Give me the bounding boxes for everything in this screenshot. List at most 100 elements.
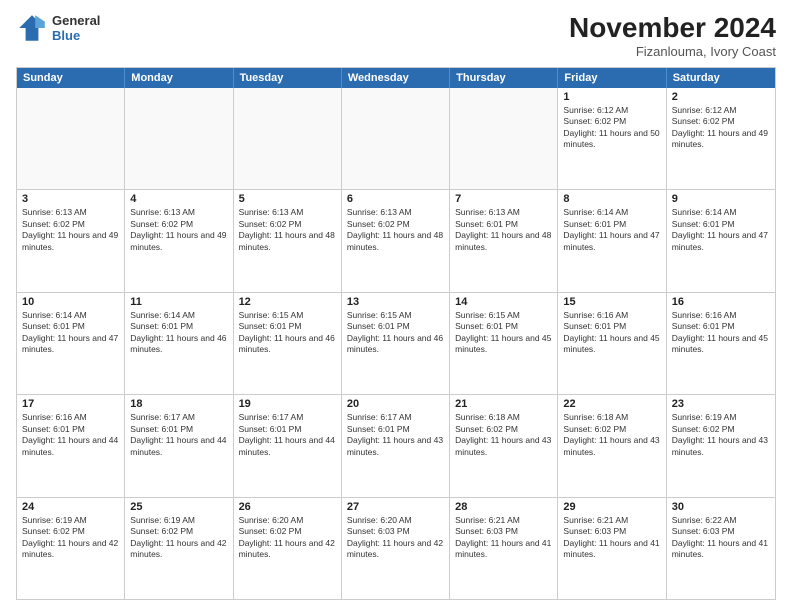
header-day-sunday: Sunday [17, 68, 125, 88]
day-cell-28: 28 Sunrise: 6:21 AMSunset: 6:03 PMDayligh… [450, 498, 558, 599]
cell-info: Sunrise: 6:17 AMSunset: 6:01 PMDaylight:… [130, 412, 227, 458]
day-cell-16: 16Sunrise: 6:16 AMSunset: 6:01 PMDayligh… [667, 293, 775, 394]
cell-info: Sunrise: 6:12 AMSunset: 6:02 PMDaylight:… [672, 105, 770, 151]
header-day-tuesday: Tuesday [234, 68, 342, 88]
cell-info: Sunrise: 6:13 AMSunset: 6:02 PMDaylight:… [239, 207, 336, 253]
day-cell-30: 30 Sunrise: 6:22 AMSunset: 6:03 PMDayligh… [667, 498, 775, 599]
title-area: November 2024 Fizanlouma, Ivory Coast [569, 12, 776, 59]
day-cell-8: 8Sunrise: 6:14 AMSunset: 6:01 PMDaylight… [558, 190, 666, 291]
cell-info: Sunrise: 6:15 AMSunset: 6:01 PMDaylight:… [455, 310, 552, 356]
day-cell-18: 18 Sunrise: 6:17 AMSunset: 6:01 PMDayligh… [125, 395, 233, 496]
empty-cell [450, 88, 558, 189]
day-number: 5 [239, 193, 336, 205]
calendar: SundayMondayTuesdayWednesdayThursdayFrid… [16, 67, 776, 600]
cell-info: Sunrise: 6:19 AMSunset: 6:02 PMDaylight:… [672, 412, 770, 458]
cell-info: Sunrise: 6:17 AMSunset: 6:01 PMDaylight:… [239, 412, 336, 458]
day-number: 22 [563, 398, 660, 410]
cell-info: Sunrise: 6:16 AMSunset: 6:01 PMDaylight:… [563, 310, 660, 356]
day-number: 26 [239, 501, 336, 513]
cell-info: Sunrise: 6:20 AMSunset: 6:03 PMDaylight:… [347, 515, 444, 561]
empty-cell [342, 88, 450, 189]
day-cell-19: 19 Sunrise: 6:17 AMSunset: 6:01 PMDayligh… [234, 395, 342, 496]
calendar-header: SundayMondayTuesdayWednesdayThursdayFrid… [17, 68, 775, 88]
day-cell-27: 27 Sunrise: 6:20 AMSunset: 6:03 PMDayligh… [342, 498, 450, 599]
cell-info: Sunrise: 6:13 AMSunset: 6:01 PMDaylight:… [455, 207, 552, 253]
day-cell-13: 13Sunrise: 6:15 AMSunset: 6:01 PMDayligh… [342, 293, 450, 394]
day-number: 17 [22, 398, 119, 410]
day-cell-22: 22Sunrise: 6:18 AMSunset: 6:02 PMDayligh… [558, 395, 666, 496]
day-cell-23: 23Sunrise: 6:19 AMSunset: 6:02 PMDayligh… [667, 395, 775, 496]
day-cell-12: 12Sunrise: 6:15 AMSunset: 6:01 PMDayligh… [234, 293, 342, 394]
cell-info: Sunrise: 6:14 AMSunset: 6:01 PMDaylight:… [672, 207, 770, 253]
day-number: 2 [672, 91, 770, 103]
calendar-body: 1 Sunrise: 6:12 AMSunset: 6:02 PMDaylight… [17, 88, 775, 599]
location: Fizanlouma, Ivory Coast [569, 44, 776, 59]
week-row-3: 10Sunrise: 6:14 AMSunset: 6:01 PMDayligh… [17, 293, 775, 395]
week-row-5: 24 Sunrise: 6:19 AMSunset: 6:02 PMDayligh… [17, 498, 775, 599]
month-title: November 2024 [569, 12, 776, 44]
header-day-saturday: Saturday [667, 68, 775, 88]
cell-info: Sunrise: 6:15 AMSunset: 6:01 PMDaylight:… [239, 310, 336, 356]
cell-info: Sunrise: 6:12 AMSunset: 6:02 PMDaylight:… [563, 105, 660, 151]
day-number: 9 [672, 193, 770, 205]
cell-info: Sunrise: 6:13 AMSunset: 6:02 PMDaylight:… [22, 207, 119, 253]
day-number: 28 [455, 501, 552, 513]
cell-info: Sunrise: 6:19 AMSunset: 6:02 PMDaylight:… [22, 515, 119, 561]
day-cell-10: 10Sunrise: 6:14 AMSunset: 6:01 PMDayligh… [17, 293, 125, 394]
day-number: 1 [563, 91, 660, 103]
day-number: 24 [22, 501, 119, 513]
cell-info: Sunrise: 6:13 AMSunset: 6:02 PMDaylight:… [130, 207, 227, 253]
week-row-4: 17 Sunrise: 6:16 AMSunset: 6:01 PMDayligh… [17, 395, 775, 497]
day-cell-5: 5 Sunrise: 6:13 AMSunset: 6:02 PMDaylight… [234, 190, 342, 291]
header-day-wednesday: Wednesday [342, 68, 450, 88]
day-cell-1: 1 Sunrise: 6:12 AMSunset: 6:02 PMDaylight… [558, 88, 666, 189]
cell-info: Sunrise: 6:21 AMSunset: 6:03 PMDaylight:… [455, 515, 552, 561]
day-number: 3 [22, 193, 119, 205]
day-cell-3: 3 Sunrise: 6:13 AMSunset: 6:02 PMDaylight… [17, 190, 125, 291]
logo: General Blue [16, 12, 100, 44]
day-number: 15 [563, 296, 660, 308]
day-number: 30 [672, 501, 770, 513]
day-number: 29 [563, 501, 660, 513]
cell-info: Sunrise: 6:16 AMSunset: 6:01 PMDaylight:… [22, 412, 119, 458]
week-row-1: 1 Sunrise: 6:12 AMSunset: 6:02 PMDaylight… [17, 88, 775, 190]
day-cell-7: 7 Sunrise: 6:13 AMSunset: 6:01 PMDaylight… [450, 190, 558, 291]
day-number: 13 [347, 296, 444, 308]
day-cell-26: 26 Sunrise: 6:20 AMSunset: 6:02 PMDayligh… [234, 498, 342, 599]
day-number: 18 [130, 398, 227, 410]
week-row-2: 3 Sunrise: 6:13 AMSunset: 6:02 PMDaylight… [17, 190, 775, 292]
page: General Blue November 2024 Fizanlouma, I… [0, 0, 792, 612]
empty-cell [17, 88, 125, 189]
header-day-thursday: Thursday [450, 68, 558, 88]
day-number: 27 [347, 501, 444, 513]
day-number: 25 [130, 501, 227, 513]
day-cell-17: 17 Sunrise: 6:16 AMSunset: 6:01 PMDayligh… [17, 395, 125, 496]
day-cell-6: 6Sunrise: 6:13 AMSunset: 6:02 PMDaylight… [342, 190, 450, 291]
day-cell-25: 25 Sunrise: 6:19 AMSunset: 6:02 PMDayligh… [125, 498, 233, 599]
day-cell-24: 24 Sunrise: 6:19 AMSunset: 6:02 PMDayligh… [17, 498, 125, 599]
day-cell-15: 15 Sunrise: 6:16 AMSunset: 6:01 PMDayligh… [558, 293, 666, 394]
logo-text: General Blue [52, 13, 100, 43]
cell-info: Sunrise: 6:13 AMSunset: 6:02 PMDaylight:… [347, 207, 444, 253]
day-number: 16 [672, 296, 770, 308]
empty-cell [234, 88, 342, 189]
day-number: 7 [455, 193, 552, 205]
day-cell-9: 9 Sunrise: 6:14 AMSunset: 6:01 PMDaylight… [667, 190, 775, 291]
day-cell-21: 21 Sunrise: 6:18 AMSunset: 6:02 PMDayligh… [450, 395, 558, 496]
day-number: 19 [239, 398, 336, 410]
day-number: 14 [455, 296, 552, 308]
logo-icon [16, 12, 48, 44]
cell-info: Sunrise: 6:17 AMSunset: 6:01 PMDaylight:… [347, 412, 444, 458]
cell-info: Sunrise: 6:18 AMSunset: 6:02 PMDaylight:… [455, 412, 552, 458]
day-cell-11: 11Sunrise: 6:14 AMSunset: 6:01 PMDayligh… [125, 293, 233, 394]
cell-info: Sunrise: 6:22 AMSunset: 6:03 PMDaylight:… [672, 515, 770, 561]
day-cell-4: 4Sunrise: 6:13 AMSunset: 6:02 PMDaylight… [125, 190, 233, 291]
cell-info: Sunrise: 6:14 AMSunset: 6:01 PMDaylight:… [22, 310, 119, 356]
cell-info: Sunrise: 6:14 AMSunset: 6:01 PMDaylight:… [563, 207, 660, 253]
day-number: 21 [455, 398, 552, 410]
cell-info: Sunrise: 6:14 AMSunset: 6:01 PMDaylight:… [130, 310, 227, 356]
cell-info: Sunrise: 6:20 AMSunset: 6:02 PMDaylight:… [239, 515, 336, 561]
empty-cell [125, 88, 233, 189]
cell-info: Sunrise: 6:19 AMSunset: 6:02 PMDaylight:… [130, 515, 227, 561]
day-cell-2: 2 Sunrise: 6:12 AMSunset: 6:02 PMDaylight… [667, 88, 775, 189]
